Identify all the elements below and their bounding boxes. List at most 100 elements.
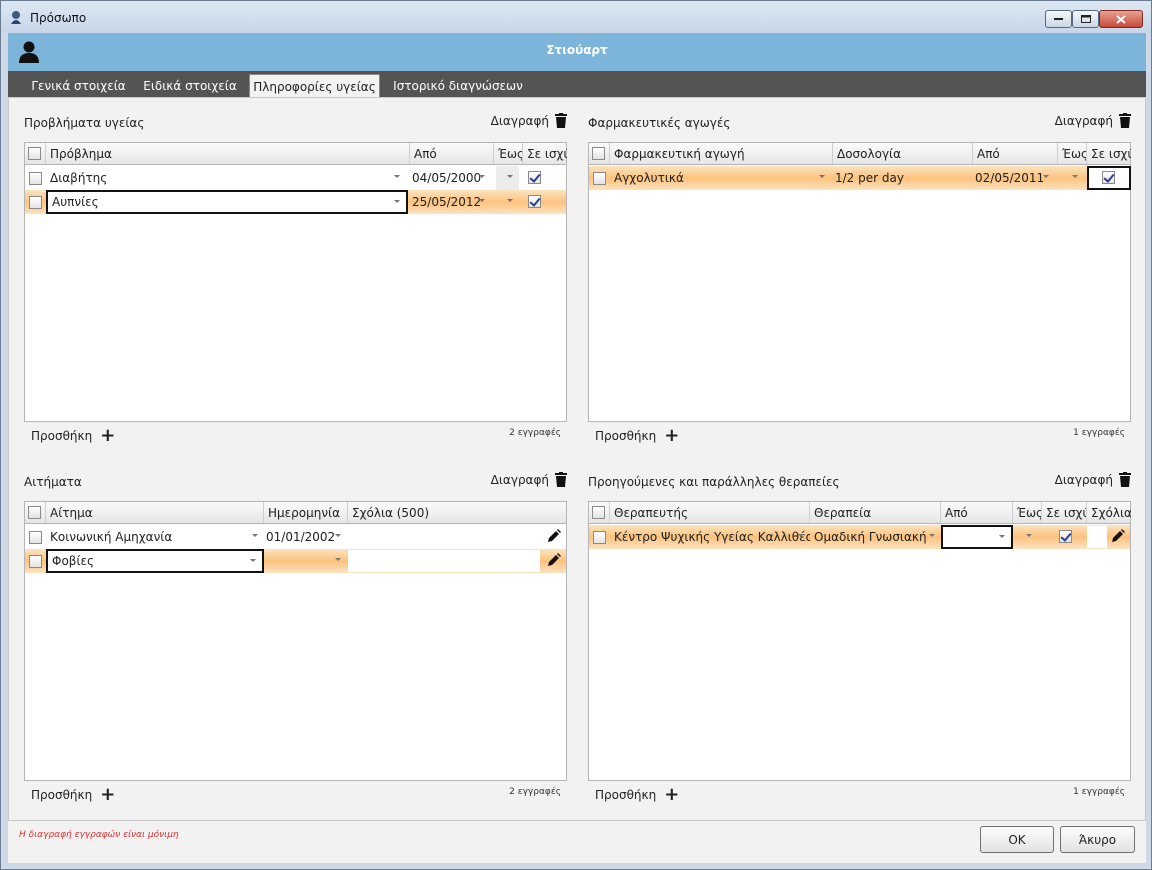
row-checkbox[interactable] bbox=[593, 172, 606, 185]
dropdown-arrow-icon bbox=[479, 175, 485, 178]
active-checkbox[interactable] bbox=[1102, 171, 1115, 184]
active-cell[interactable] bbox=[1087, 166, 1131, 190]
maximize-button[interactable] bbox=[1072, 10, 1099, 28]
trash-icon bbox=[555, 472, 567, 487]
table-row[interactable]: Φοβίες bbox=[25, 549, 566, 573]
col-from[interactable]: Από bbox=[941, 502, 1013, 523]
minimize-icon bbox=[1054, 18, 1063, 20]
col-comments[interactable]: Σχόλια (500) bbox=[348, 502, 567, 523]
col-medication[interactable]: Φαρμακευτική αγωγή bbox=[610, 143, 833, 164]
select-all-checkbox[interactable] bbox=[592, 147, 605, 160]
row-checkbox[interactable] bbox=[29, 555, 42, 568]
select-all-checkbox[interactable] bbox=[28, 147, 41, 160]
active-checkbox[interactable] bbox=[528, 171, 541, 184]
col-comments[interactable]: Σχόλια bbox=[1087, 502, 1131, 523]
to-cell[interactable] bbox=[496, 166, 519, 190]
from-value: 02/05/2011 bbox=[975, 171, 1045, 185]
row-checkbox[interactable] bbox=[29, 172, 42, 185]
from-cell[interactable]: 04/05/2000 bbox=[408, 166, 494, 190]
col-active[interactable]: Σε ισχύ bbox=[1087, 143, 1131, 164]
request-cell[interactable]: Κοινωνική Αμηχανία bbox=[46, 525, 264, 549]
table-row[interactable]: Κέντρο Ψυχικής Υγείας Καλλιθέα Ομαδική Γ… bbox=[589, 525, 1130, 549]
col-date[interactable]: Ημερομηνία bbox=[264, 502, 348, 523]
select-all-checkbox[interactable] bbox=[28, 506, 41, 519]
delete-button[interactable]: Διαγραφή bbox=[1055, 113, 1131, 128]
table-row[interactable]: Διαβήτης 04/05/2000 bbox=[25, 166, 566, 190]
grid-header: Φαρμακευτική αγωγή Δοσολογία Από Έως Σε … bbox=[589, 143, 1131, 165]
table-row[interactable]: Αυπνίες 25/05/2012 bbox=[25, 190, 566, 214]
edit-pencil-icon[interactable] bbox=[547, 529, 561, 543]
cancel-button[interactable]: Άκυρο bbox=[1060, 826, 1135, 853]
therapy-value: Ομαδική Γνωσιακή bbox=[814, 530, 927, 544]
problem-cell[interactable]: Αυπνίες bbox=[46, 190, 408, 214]
comments-cell[interactable] bbox=[348, 550, 540, 572]
request-cell[interactable]: Φοβίες bbox=[46, 549, 264, 573]
row-checkbox[interactable] bbox=[29, 531, 42, 544]
therapist-cell[interactable]: Κέντρο Ψυχικής Υγείας Καλλιθέα bbox=[610, 525, 810, 549]
add-button[interactable]: Προσθήκη + bbox=[31, 784, 116, 805]
plus-icon: + bbox=[100, 784, 116, 805]
tab-general-info[interactable]: Γενικά στοιχεία bbox=[22, 74, 135, 97]
medication-cell[interactable]: Αγχολυτικά bbox=[610, 166, 831, 190]
col-from[interactable]: Από bbox=[973, 143, 1058, 164]
from-cell[interactable]: 02/05/2011 bbox=[971, 166, 1058, 190]
dropdown-arrow-icon bbox=[507, 199, 513, 202]
active-checkbox[interactable] bbox=[1059, 530, 1072, 543]
col-therapy[interactable]: Θεραπεία bbox=[810, 502, 941, 523]
add-button[interactable]: Προσθήκη + bbox=[595, 425, 680, 446]
ok-button[interactable]: OK bbox=[980, 826, 1054, 853]
dosage-cell[interactable]: 1/2 per day bbox=[831, 166, 971, 190]
comments-cell[interactable] bbox=[348, 525, 538, 549]
problem-cell[interactable]: Διαβήτης bbox=[46, 166, 408, 190]
comments-cell[interactable] bbox=[1087, 526, 1107, 548]
delete-button[interactable]: Διαγραφή bbox=[491, 472, 567, 487]
medications-panel: Φαρμακευτικές αγωγές Διαγραφή Φαρμακευτι… bbox=[588, 113, 1131, 446]
table-row[interactable]: Αγχολυτικά 1/2 per day 02/05/2011 bbox=[589, 166, 1131, 190]
col-to[interactable]: Έως bbox=[1058, 143, 1087, 164]
to-cell[interactable] bbox=[1013, 525, 1042, 549]
therapy-cell[interactable]: Ομαδική Γνωσιακή bbox=[810, 525, 941, 549]
date-cell[interactable] bbox=[264, 549, 348, 573]
col-active[interactable]: Σε ισχύ bbox=[523, 143, 567, 164]
panel-title: Προηγούμενες και παράλληλες θεραπείες bbox=[588, 475, 840, 489]
to-cell[interactable] bbox=[1058, 166, 1087, 190]
col-request[interactable]: Αίτημα bbox=[46, 502, 264, 523]
edit-pencil-icon[interactable] bbox=[547, 553, 561, 567]
col-dosage[interactable]: Δοσολογία bbox=[833, 143, 973, 164]
from-cell[interactable] bbox=[941, 525, 1013, 549]
add-label: Προσθήκη bbox=[31, 788, 93, 802]
to-cell[interactable] bbox=[496, 190, 519, 214]
select-all-cell bbox=[589, 502, 610, 523]
edit-pencil-icon[interactable] bbox=[1111, 529, 1125, 543]
requests-grid: Αίτημα Ημερομηνία Σχόλια (500) Κοινωνική… bbox=[24, 501, 567, 781]
date-cell[interactable]: 01/01/2002 bbox=[262, 525, 348, 549]
record-count: 1 εγγραφές bbox=[1073, 428, 1125, 438]
request-value: Κοινωνική Αμηχανία bbox=[50, 530, 173, 544]
col-therapist[interactable]: Θεραπευτής bbox=[610, 502, 810, 523]
tab-diagnosis-history[interactable]: Ιστορικό διαγνώσεων bbox=[388, 74, 528, 97]
from-cell[interactable]: 25/05/2012 bbox=[408, 190, 494, 214]
col-to[interactable]: Έως bbox=[1013, 502, 1042, 523]
col-to[interactable]: Έως bbox=[494, 143, 523, 164]
row-checkbox[interactable] bbox=[593, 531, 606, 544]
add-button[interactable]: Προσθήκη + bbox=[595, 786, 679, 804]
delete-button[interactable]: Διαγραφή bbox=[1055, 472, 1131, 487]
plus-icon: + bbox=[664, 425, 680, 446]
col-active[interactable]: Σε ισχύ bbox=[1042, 502, 1087, 523]
delete-button[interactable]: Διαγραφή bbox=[491, 113, 567, 128]
add-button[interactable]: Προσθήκη + bbox=[31, 427, 115, 445]
therapist-value: Κέντρο Ψυχικής Υγείας Καλλιθέα bbox=[614, 530, 810, 544]
trash-icon bbox=[1119, 113, 1131, 128]
minimize-button[interactable] bbox=[1045, 10, 1072, 28]
add-label: Προσθήκη bbox=[595, 429, 657, 443]
table-row[interactable]: Κοινωνική Αμηχανία 01/01/2002 bbox=[25, 525, 566, 549]
active-checkbox[interactable] bbox=[528, 195, 541, 208]
close-button[interactable] bbox=[1099, 10, 1143, 28]
col-from[interactable]: Από bbox=[410, 143, 494, 164]
delete-label: Διαγραφή bbox=[490, 113, 549, 128]
col-problem[interactable]: Πρόβλημα bbox=[46, 143, 410, 164]
tab-health-info[interactable]: Πληροφορίες υγείας bbox=[249, 74, 380, 97]
row-checkbox[interactable] bbox=[29, 196, 42, 209]
select-all-checkbox[interactable] bbox=[592, 506, 605, 519]
tab-specific-info[interactable]: Ειδικά στοιχεία bbox=[139, 74, 241, 97]
